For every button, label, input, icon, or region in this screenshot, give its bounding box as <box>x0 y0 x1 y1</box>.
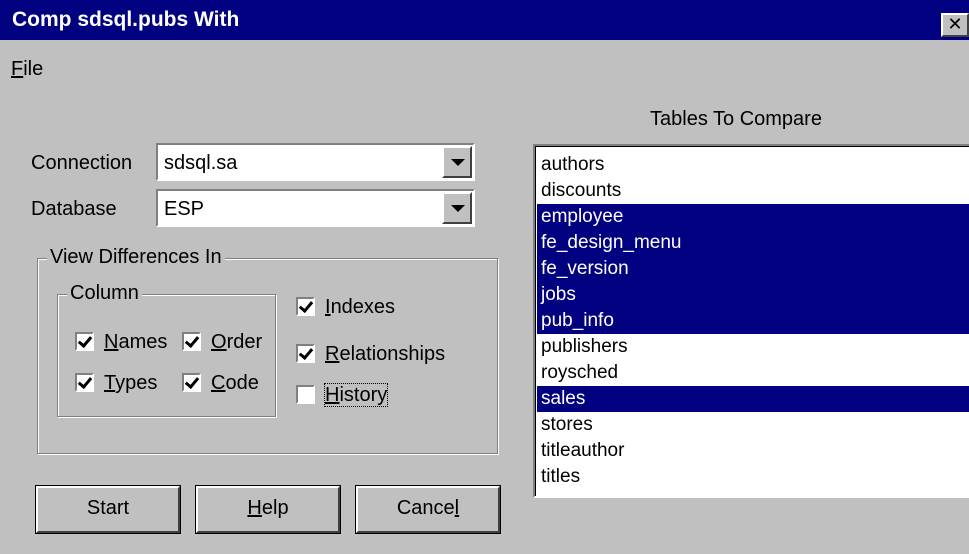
column-group-title: Column <box>67 282 142 305</box>
menu-bar: File <box>0 40 969 90</box>
connection-label: Connection <box>31 152 133 174</box>
indexes-checkbox[interactable]: Indexes <box>296 296 395 319</box>
table-list-item[interactable]: discounts <box>537 178 969 204</box>
names-checkbox[interactable]: Names <box>75 331 167 354</box>
table-list-item[interactable]: fe_design_menu <box>537 230 969 256</box>
chevron-down-icon[interactable] <box>442 192 472 224</box>
close-icon: ✕ <box>947 14 963 34</box>
history-label: History <box>323 383 389 407</box>
table-list-item[interactable]: titles <box>537 464 969 490</box>
checkbox-check-icon <box>182 373 201 392</box>
window-title: Comp sdsql.pubs With <box>12 8 240 31</box>
checkbox-check-icon <box>75 332 94 351</box>
table-list-item[interactable]: sales <box>537 386 969 412</box>
checkbox-empty-icon <box>296 385 315 404</box>
close-button[interactable]: ✕ <box>941 13 969 37</box>
checkbox-check-icon <box>296 297 315 316</box>
start-button[interactable]: Start <box>36 486 180 533</box>
cancel-button[interactable]: Cancel <box>356 486 500 533</box>
help-button[interactable]: Help <box>196 486 340 533</box>
table-list-item[interactable]: titleauthor <box>537 438 969 464</box>
table-list-item[interactable]: employee <box>537 204 969 230</box>
relationships-checkbox[interactable]: Relationships <box>296 343 445 366</box>
table-list-item[interactable]: fe_version <box>537 256 969 282</box>
menu-file[interactable]: File <box>11 58 43 81</box>
database-select[interactable]: ESP <box>156 189 475 227</box>
tables-to-compare-title: Tables To Compare <box>650 108 822 130</box>
column-group <box>57 294 276 417</box>
checkbox-check-icon <box>75 373 94 392</box>
checkbox-check-icon <box>182 332 201 351</box>
table-list-item[interactable]: authors <box>537 152 969 178</box>
checkbox-check-icon <box>296 344 315 363</box>
table-list-item[interactable]: roysched <box>537 360 969 386</box>
database-value: ESP <box>164 198 205 220</box>
tables-listbox[interactable]: authors discounts employee fe_design_menu fe… <box>533 144 969 498</box>
table-list-item[interactable]: jobs <box>537 282 969 308</box>
view-differences-title: View Differences In <box>47 246 225 269</box>
types-checkbox[interactable]: Types <box>75 372 157 395</box>
order-checkbox[interactable]: Order <box>182 331 262 354</box>
database-label: Database <box>31 198 117 220</box>
table-list-item[interactable]: stores <box>537 412 969 438</box>
connection-value: sdsql.sa <box>164 152 238 174</box>
title-bar[interactable]: Comp sdsql.pubs With ✕ <box>0 0 969 40</box>
history-checkbox[interactable]: History <box>296 383 389 407</box>
table-list-item[interactable]: publishers <box>537 334 969 360</box>
connection-select[interactable]: sdsql.sa <box>156 143 475 181</box>
code-checkbox[interactable]: Code <box>182 372 259 395</box>
table-list-item[interactable]: pub_info <box>537 308 969 334</box>
chevron-down-icon[interactable] <box>442 146 472 178</box>
